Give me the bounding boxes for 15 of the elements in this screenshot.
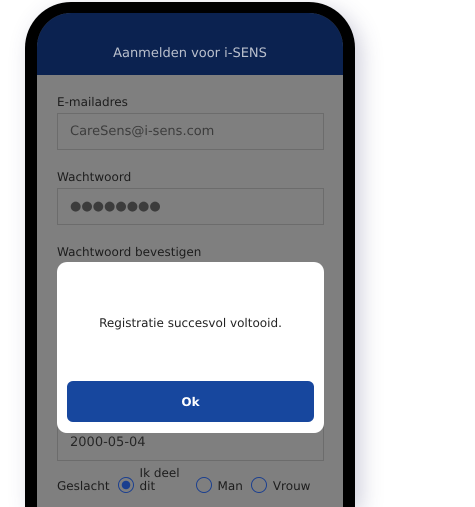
radio-button[interactable] [118,477,134,493]
radio-label: Ik deel dit [140,467,181,493]
input-field[interactable]: ●●●●●●●● [57,188,324,225]
input-field[interactable]: CareSens@i-sens.com [57,113,324,150]
radio-button[interactable] [250,477,267,493]
header-title: Aanmelden voor i-SENS [113,46,267,60]
dialog-message: Registratie succesvol voltooid. [99,316,282,332]
field-label: Wachtwoord bevestigen [57,244,202,260]
gender-label: Geslacht [57,479,110,493]
radio-button[interactable] [196,477,212,493]
radio-label: Vrouw [272,480,310,493]
ok-button[interactable]: Ok [67,381,314,422]
field-label: Wachtwoord [57,169,132,185]
field-label: E-mailadres [57,94,129,110]
radio-label: Man [218,480,243,493]
